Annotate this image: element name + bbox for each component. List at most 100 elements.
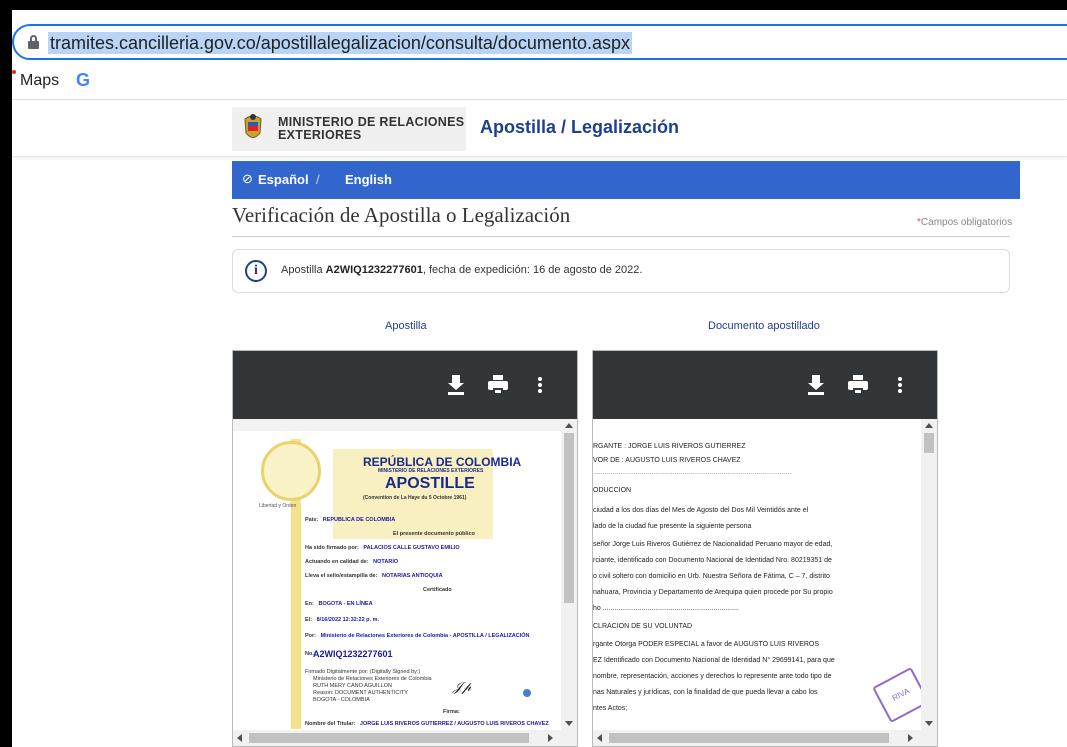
scroll-down-icon[interactable] xyxy=(925,721,933,726)
doc-line: ........................................… xyxy=(593,469,792,476)
holder-row: Nombre del Titular: JORGE LUIS RIVEROS G… xyxy=(305,721,549,727)
apo-field-value: Ministerio de Relaciones Exteriores de C… xyxy=(320,633,530,639)
ministry-subheading: MINISTERIO DE RELACIONES EXTERIORES xyxy=(378,468,484,474)
google-icon[interactable]: G xyxy=(76,70,90,91)
scroll-up-icon[interactable] xyxy=(565,423,573,428)
apo-field: Lleva el sello/estampilla de: NOTARIAS A… xyxy=(305,573,443,579)
doc-line: nahuara, Provincia y Departamento de Are… xyxy=(593,589,833,596)
apo-field-value: REPUBLICA DE COLOMBIA xyxy=(322,517,396,523)
scroll-right-icon[interactable] xyxy=(908,734,913,742)
screen: tramites.cancilleria.gov.co/apostillaleg… xyxy=(12,10,1067,747)
apo-field-value: NOTARIO xyxy=(373,559,399,565)
document-pdf-viewer[interactable]: RGANTE : JORGE LUIS RIVEROS GUTIERREZ VO… xyxy=(592,350,938,747)
horizontal-scrollbar[interactable] xyxy=(233,730,577,746)
apo-field-label: El: xyxy=(305,617,313,623)
signed-line: RUTH MERY CANO AGUILLON xyxy=(313,683,392,689)
lock-icon xyxy=(28,35,39,49)
holder-value: JORGE LUIS RIVEROS GUTIERREZ / AUGUSTO L… xyxy=(359,721,549,727)
bookmarks-bar: Maps G xyxy=(12,66,1067,100)
apo-field-label: País: xyxy=(305,517,319,523)
more-options-icon[interactable] xyxy=(890,375,910,395)
notarial-document-page: RGANTE : JORGE LUIS RIVEROS GUTIERREZ VO… xyxy=(593,419,923,732)
site-header: MINISTERIO DE RELACIONES EXTERIORES Apos… xyxy=(12,101,1067,157)
address-bar[interactable]: tramites.cancilleria.gov.co/apostillaleg… xyxy=(12,24,1067,60)
apostille-code: A2WIQ1232277601 xyxy=(325,264,423,276)
vertical-scrollbar[interactable] xyxy=(921,419,937,746)
doc-line: nombre, representación, acciones y derec… xyxy=(593,673,832,680)
firma-label: Firma: xyxy=(443,709,460,715)
signature-mark: 𝒥𝓅 xyxy=(453,679,472,694)
scroll-left-icon[interactable] xyxy=(597,734,602,742)
url-text[interactable]: tramites.cancilleria.gov.co/apostillaleg… xyxy=(48,32,632,54)
ministry-name-line2: EXTERIORES xyxy=(278,128,362,142)
seal-caption: Libertad y Orden xyxy=(259,503,297,509)
language-icon: ⊘ xyxy=(242,171,253,186)
scroll-thumb[interactable] xyxy=(609,733,889,743)
apo-field-label: Ha sido firmado por: xyxy=(305,545,359,551)
apo-field-value: El presente documento público xyxy=(393,531,475,537)
required-fields-note: *Campos obligatorios xyxy=(917,217,1012,228)
apostille-info-alert: i Apostilla A2WIQ1232277601, fecha de ex… xyxy=(232,249,1010,293)
scroll-down-icon[interactable] xyxy=(565,721,573,726)
convention-text: (Convention de La Haye du 5 Octobre 1961… xyxy=(363,495,467,501)
scroll-thumb[interactable] xyxy=(249,733,529,743)
apostille-info-text: Apostilla A2WIQ1232277601, fecha de expe… xyxy=(281,264,642,276)
doc-line: RGANTE : JORGE LUIS RIVEROS GUTIERREZ xyxy=(593,443,746,450)
verified-badge-icon xyxy=(523,689,531,697)
signed-line: Firmado Digitalmente por: (Digitally Sig… xyxy=(305,669,421,675)
document-column-label: Documento apostillado xyxy=(708,320,820,332)
doc-line: ntes Actos; xyxy=(593,705,628,712)
scroll-thumb[interactable] xyxy=(924,433,934,453)
ministry-name: MINISTERIO DE RELACIONES EXTERIORES xyxy=(278,116,464,142)
language-spanish-link[interactable]: Español xyxy=(258,172,309,187)
scroll-thumb[interactable] xyxy=(564,433,574,603)
title-divider xyxy=(232,236,1010,237)
download-icon[interactable] xyxy=(446,375,466,395)
apostille-page: Libertad y Orden REPÚBLICA DE COLOMBIA M… xyxy=(233,431,563,731)
signed-line: Ministerio de Relaciones Exteriores de C… xyxy=(313,676,432,682)
apostille-pdf-viewer[interactable]: Libertad y Orden REPÚBLICA DE COLOMBIA M… xyxy=(232,350,578,747)
info-icon: i xyxy=(245,260,267,282)
print-icon[interactable] xyxy=(848,375,868,395)
doc-line: nas Naturales y jurídicas, con la finali… xyxy=(593,689,818,696)
apo-field-label: En: xyxy=(305,601,314,607)
doc-line: señor Jorge Luis Riveros Gutiérrez de Na… xyxy=(593,541,833,548)
site-title[interactable]: Apostilla / Legalización xyxy=(480,117,679,138)
page-title: Verificación de Apostilla o Legalización xyxy=(232,203,571,227)
doc-line: ODUCCION xyxy=(593,487,632,494)
print-icon[interactable] xyxy=(488,375,508,395)
apo-field-value: BOGOTA - EN LÍNEA xyxy=(318,601,373,607)
doc-line: rciante, identificado con Documento Naci… xyxy=(593,557,832,564)
apo-field: En: BOGOTA - EN LÍNEA xyxy=(305,601,373,607)
apo-field: Actuando en calidad de: NOTARIO xyxy=(305,559,398,565)
bookmark-maps[interactable]: Maps xyxy=(20,72,59,90)
apo-field-value: Certificado xyxy=(423,587,452,593)
scroll-right-icon[interactable] xyxy=(548,734,553,742)
republic-heading: REPÚBLICA DE COLOMBIA xyxy=(363,455,522,469)
required-note-text: Campos obligatorios xyxy=(920,217,1013,228)
download-icon[interactable] xyxy=(806,375,826,395)
apo-field: El presente documento público xyxy=(393,531,475,537)
apostille-number: A2WIQ1232277601 xyxy=(313,649,393,659)
pdf-toolbar xyxy=(593,351,937,419)
signed-line: Reason: DOCUMENT AUTHENTICITY xyxy=(313,690,408,696)
notary-stamp-icon: RIVA xyxy=(872,667,923,723)
scroll-left-icon[interactable] xyxy=(237,734,242,742)
maps-icon xyxy=(12,70,16,74)
scroll-up-icon[interactable] xyxy=(925,423,933,428)
more-options-icon[interactable] xyxy=(530,375,550,395)
signed-line: BOGOTA - COLOMBIA xyxy=(313,697,370,703)
vertical-scrollbar[interactable] xyxy=(561,419,577,746)
info-prefix: Apostilla xyxy=(281,264,326,276)
ministry-logo[interactable]: MINISTERIO DE RELACIONES EXTERIORES xyxy=(232,107,466,151)
apo-field-label: Por: xyxy=(305,633,316,639)
apo-field: Certificado xyxy=(423,587,452,593)
colombia-seal-icon xyxy=(261,441,321,501)
apo-field-label: Lleva el sello/estampilla de: xyxy=(305,573,378,579)
doc-line: CLRACION DE SU VOLUNTAD xyxy=(593,623,693,630)
firma-label-text: Firma: xyxy=(443,709,460,715)
horizontal-scrollbar[interactable] xyxy=(593,730,937,746)
language-english-link[interactable]: English xyxy=(345,172,392,187)
doc-line: lado de la ciudad fue presente la siguie… xyxy=(593,523,752,530)
doc-line: EZ Identificado con Documento Nacional d… xyxy=(593,657,835,664)
